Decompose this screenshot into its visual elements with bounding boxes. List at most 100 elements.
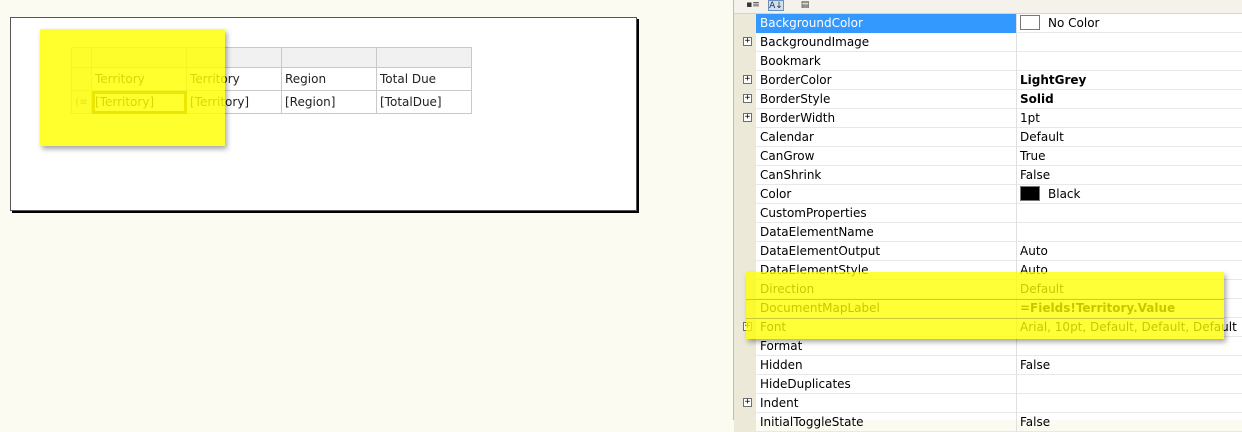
property-row[interactable]: InitialToggleState False — [734, 413, 1242, 432]
property-row[interactable]: + Font Arial, 10pt, Default, Default, Defa… — [734, 318, 1242, 337]
expand-plus-icon[interactable]: + — [743, 322, 752, 331]
property-row[interactable]: Color Black — [734, 185, 1242, 204]
property-row[interactable]: DataElementOutput Auto — [734, 242, 1242, 261]
property-value[interactable] — [1016, 375, 1242, 394]
property-row[interactable]: Calendar Default — [734, 128, 1242, 147]
detail-cell[interactable]: [TotalDue] — [376, 90, 472, 114]
properties-panel: ▪≡ A↓ ▤ BackgroundColor No Color + Backgrou… — [733, 0, 1242, 432]
property-value[interactable]: Default — [1016, 280, 1242, 299]
column-handle[interactable] — [91, 47, 187, 68]
property-row[interactable]: HideDuplicates — [734, 375, 1242, 394]
detail-cell[interactable]: [Territory] — [186, 90, 282, 114]
header-cell[interactable]: Region — [281, 67, 377, 91]
header-cell[interactable]: Territory — [91, 67, 187, 91]
details-group-icon: (≡ — [75, 96, 88, 108]
expand-plus-icon[interactable]: + — [743, 75, 752, 84]
property-row[interactable]: Bookmark — [734, 52, 1242, 71]
alphabetical-icon[interactable]: A↓ — [768, 0, 784, 11]
detail-row-handle[interactable]: (≡ — [71, 90, 92, 114]
property-gutter — [734, 337, 756, 356]
property-value-text: False — [1020, 415, 1051, 429]
property-gutter: + — [734, 71, 756, 90]
detail-cell[interactable]: [Region] — [281, 90, 377, 114]
property-value[interactable]: LightGrey — [1016, 71, 1242, 90]
property-pages-icon[interactable]: ▤ — [798, 0, 812, 11]
corner-handle[interactable] — [71, 47, 92, 68]
row-handle[interactable] — [71, 67, 92, 91]
property-value[interactable]: Arial, 10pt, Default, Default, Default — [1016, 318, 1242, 337]
properties-toolbar: ▪≡ A↓ ▤ — [734, 0, 1242, 14]
property-value[interactable]: False — [1016, 413, 1242, 432]
column-handle-row[interactable] — [71, 47, 472, 68]
expand-plus-icon[interactable]: + — [743, 113, 752, 122]
property-value[interactable]: =Fields!Territory.Value — [1016, 299, 1242, 318]
property-name: DataElementStyle — [760, 263, 869, 277]
property-gutter: + — [734, 394, 756, 413]
tablix-header-row: Territory Territory Region Total Due — [71, 67, 472, 91]
property-row[interactable]: + BorderColor LightGrey — [734, 71, 1242, 90]
property-value-text: Solid — [1020, 92, 1054, 106]
property-value-text: Default — [1020, 130, 1064, 144]
detail-cell-selected[interactable]: [Territory] — [91, 90, 187, 114]
property-value[interactable]: False — [1016, 166, 1242, 185]
property-value[interactable] — [1016, 33, 1242, 52]
property-value[interactable]: Auto — [1016, 242, 1242, 261]
property-row[interactable]: + BackgroundImage — [734, 33, 1242, 52]
property-name: BorderStyle — [760, 92, 831, 106]
property-value-text: False — [1020, 358, 1051, 372]
property-gutter — [734, 242, 756, 261]
property-value[interactable] — [1016, 204, 1242, 223]
property-name: Hidden — [760, 358, 803, 372]
property-value[interactable]: True — [1016, 147, 1242, 166]
property-name: Indent — [760, 396, 799, 410]
property-row[interactable]: + BorderWidth 1pt — [734, 109, 1242, 128]
property-name: CanGrow — [760, 149, 815, 163]
property-name: DataElementOutput — [760, 244, 881, 258]
property-gutter — [734, 204, 756, 223]
property-value[interactable]: False — [1016, 356, 1242, 375]
property-value-text: False — [1020, 168, 1051, 182]
property-row[interactable]: CanShrink False — [734, 166, 1242, 185]
report-design-surface[interactable]: Territory Territory Region Total Due (≡ … — [10, 17, 637, 211]
property-value[interactable] — [1016, 223, 1242, 242]
property-row[interactable]: DocumentMapLabel =Fields!Territory.Value — [734, 299, 1242, 318]
property-row[interactable]: + Indent — [734, 394, 1242, 413]
categorized-icon[interactable]: ▪≡ — [746, 0, 760, 11]
expand-plus-icon[interactable]: + — [743, 94, 752, 103]
expand-plus-icon[interactable]: + — [743, 398, 752, 407]
property-value[interactable]: Black — [1016, 185, 1242, 204]
property-row[interactable]: BackgroundColor No Color — [734, 14, 1242, 33]
header-cell[interactable]: Total Due — [376, 67, 472, 91]
property-value-text: No Color — [1048, 16, 1100, 30]
property-row[interactable]: Direction Default — [734, 280, 1242, 299]
property-value[interactable]: Default — [1016, 128, 1242, 147]
property-row[interactable]: Hidden False — [734, 356, 1242, 375]
expand-plus-icon[interactable]: + — [743, 37, 752, 46]
column-handle[interactable] — [376, 47, 472, 68]
property-value-text: =Fields!Territory.Value — [1020, 301, 1176, 315]
property-name: Format — [760, 339, 803, 353]
property-name: BorderWidth — [760, 111, 836, 125]
property-value[interactable] — [1016, 337, 1242, 356]
property-row[interactable]: DataElementStyle Auto — [734, 261, 1242, 280]
property-value[interactable] — [1016, 394, 1242, 413]
property-row[interactable]: CanGrow True — [734, 147, 1242, 166]
property-gutter — [734, 261, 756, 280]
property-gutter — [734, 280, 756, 299]
property-value[interactable]: Solid — [1016, 90, 1242, 109]
property-row[interactable]: DataElementName — [734, 223, 1242, 242]
property-gutter: + — [734, 109, 756, 128]
column-handle[interactable] — [281, 47, 377, 68]
property-name: CanShrink — [760, 168, 822, 182]
property-value[interactable]: Auto — [1016, 261, 1242, 280]
property-value[interactable]: No Color — [1016, 14, 1242, 33]
property-row[interactable]: Format — [734, 337, 1242, 356]
property-value-text: Default — [1020, 282, 1064, 296]
property-row[interactable]: CustomProperties — [734, 204, 1242, 223]
property-row[interactable]: + BorderStyle Solid — [734, 90, 1242, 109]
property-value[interactable] — [1016, 52, 1242, 71]
tablix[interactable]: Territory Territory Region Total Due (≡ … — [71, 47, 472, 114]
header-cell[interactable]: Territory — [186, 67, 282, 91]
property-value[interactable]: 1pt — [1016, 109, 1242, 128]
column-handle[interactable] — [186, 47, 282, 68]
